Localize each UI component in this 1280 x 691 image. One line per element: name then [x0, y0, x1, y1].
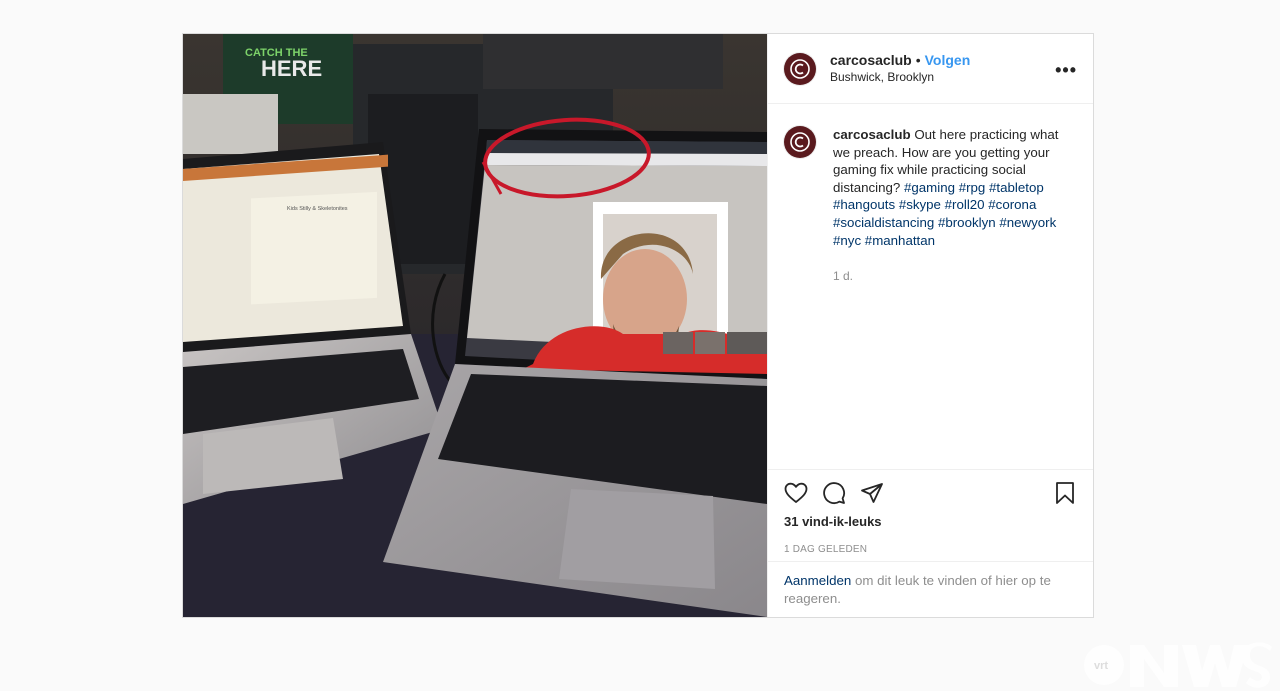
hashtag[interactable]: #roll20 [945, 197, 985, 212]
avatar[interactable] [784, 52, 816, 85]
photo-illustration: CATCH THE HERE Kids Stilly & Skeletonite… [183, 34, 767, 617]
login-link[interactable]: Aanmelden [784, 573, 851, 588]
action-bar: 31 vind-ik-leuks 1 DAG GELEDEN [768, 469, 1093, 561]
hashtag[interactable]: #tabletop [989, 180, 1044, 195]
caption-avatar[interactable] [784, 126, 816, 158]
vrt-nws-watermark: vrt [1084, 642, 1272, 688]
location-link[interactable]: Bushwick, Brooklyn [830, 69, 970, 86]
post-photo[interactable]: CATCH THE HERE Kids Stilly & Skeletonite… [183, 34, 767, 617]
poster-text-2: HERE [261, 56, 322, 81]
action-row [784, 480, 1077, 506]
login-prompt: Aanmelden om dit leuk te vinden of hier … [768, 561, 1093, 617]
more-icon[interactable]: ••• [1055, 60, 1077, 81]
hashtag[interactable]: #corona [988, 197, 1036, 212]
heart-icon[interactable] [784, 481, 808, 505]
likes-count[interactable]: 31 vind-ik-leuks [784, 514, 1077, 529]
username-link[interactable]: carcosaclub [830, 52, 912, 68]
caption-section: carcosaclub Out here practicing what we … [768, 104, 1093, 469]
hashtag[interactable]: #nyc [833, 233, 861, 248]
carcosa-logo-icon [790, 58, 810, 79]
post-header: carcosaclub • Volgen Bushwick, Brooklyn ••… [768, 34, 1093, 104]
post-date: 1 DAG GELEDEN [784, 544, 868, 555]
header-text: carcosaclub • Volgen Bushwick, Brooklyn [830, 52, 970, 86]
separator-dot: • [915, 51, 921, 68]
doc-title: Kids Stilly & Skeletonites [287, 206, 348, 212]
hashtag[interactable]: #socialdistancing [833, 215, 934, 230]
caption-username[interactable]: carcosaclub [833, 127, 911, 142]
instagram-embed: CATCH THE HERE Kids Stilly & Skeletonite… [182, 33, 1094, 618]
hashtag[interactable]: #gaming [904, 180, 955, 195]
comment-icon[interactable] [822, 481, 846, 505]
post-side-panel: carcosaclub • Volgen Bushwick, Brooklyn ••… [767, 34, 1093, 617]
carcosa-logo-icon [790, 132, 810, 152]
caption: carcosaclub Out here practicing what we … [833, 126, 1073, 469]
hashtag[interactable]: #hangouts [833, 197, 895, 212]
share-icon[interactable] [860, 481, 884, 505]
hashtag[interactable]: #manhattan [865, 233, 935, 248]
follow-button[interactable]: Volgen [925, 52, 971, 68]
bookmark-icon[interactable] [1053, 481, 1077, 505]
hashtag[interactable]: #skype [899, 197, 941, 212]
hashtag[interactable]: #newyork [999, 215, 1056, 230]
hashtag[interactable]: #rpg [959, 180, 986, 195]
hashtag[interactable]: #brooklyn [938, 215, 996, 230]
svg-text:vrt: vrt [1094, 660, 1108, 672]
page: CATCH THE HERE Kids Stilly & Skeletonite… [0, 0, 1280, 691]
post-time-ago: 1 d. [833, 269, 854, 284]
